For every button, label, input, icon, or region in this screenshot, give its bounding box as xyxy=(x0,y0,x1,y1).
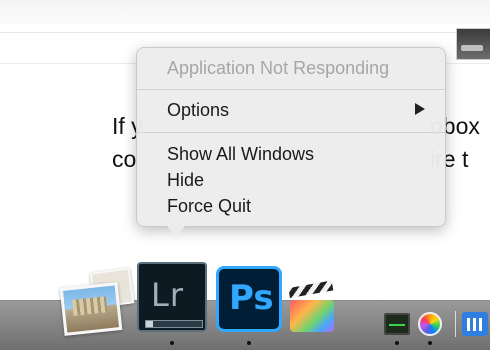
thumbnail-image xyxy=(456,28,490,60)
lightroom-progress-fill xyxy=(146,321,153,327)
menu-pointer xyxy=(165,224,187,236)
menu-item-hide[interactable]: Hide xyxy=(167,170,204,191)
document-text-line-2-start: co xyxy=(112,146,137,172)
menu-title-not-responding: Application Not Responding xyxy=(167,58,390,78)
running-indicator-dot xyxy=(170,341,174,345)
lightroom-progress-bar xyxy=(145,320,203,328)
menu-item-show-all-windows[interactable]: Show All Windows xyxy=(167,144,314,165)
dock-separator xyxy=(455,311,456,337)
running-indicator-dot xyxy=(395,341,399,345)
dock-context-menu: Application Not Responding Options Show … xyxy=(136,47,446,227)
lightroom-label: Lr xyxy=(151,276,184,314)
running-indicator-dot xyxy=(247,341,251,345)
activity-monitor-icon[interactable] xyxy=(384,313,410,335)
running-indicator-dot xyxy=(428,341,432,345)
menu-item-force-quit[interactable]: Force Quit xyxy=(167,196,251,217)
final-cut-pro-icon[interactable] xyxy=(288,280,336,332)
menu-separator xyxy=(137,132,445,133)
lightroom-icon[interactable]: Lr xyxy=(137,262,207,332)
browser-top-strip xyxy=(0,0,490,33)
photos-icon[interactable] xyxy=(418,312,442,336)
menu-item-options[interactable]: Options xyxy=(167,100,229,121)
photoshop-icon[interactable]: Ps xyxy=(216,266,282,332)
chart-icon[interactable] xyxy=(462,312,488,336)
menu-separator xyxy=(137,89,445,90)
photoshop-label: Ps xyxy=(229,278,274,318)
submenu-arrow-icon xyxy=(415,103,425,115)
photo-stack-icon[interactable] xyxy=(59,282,123,336)
